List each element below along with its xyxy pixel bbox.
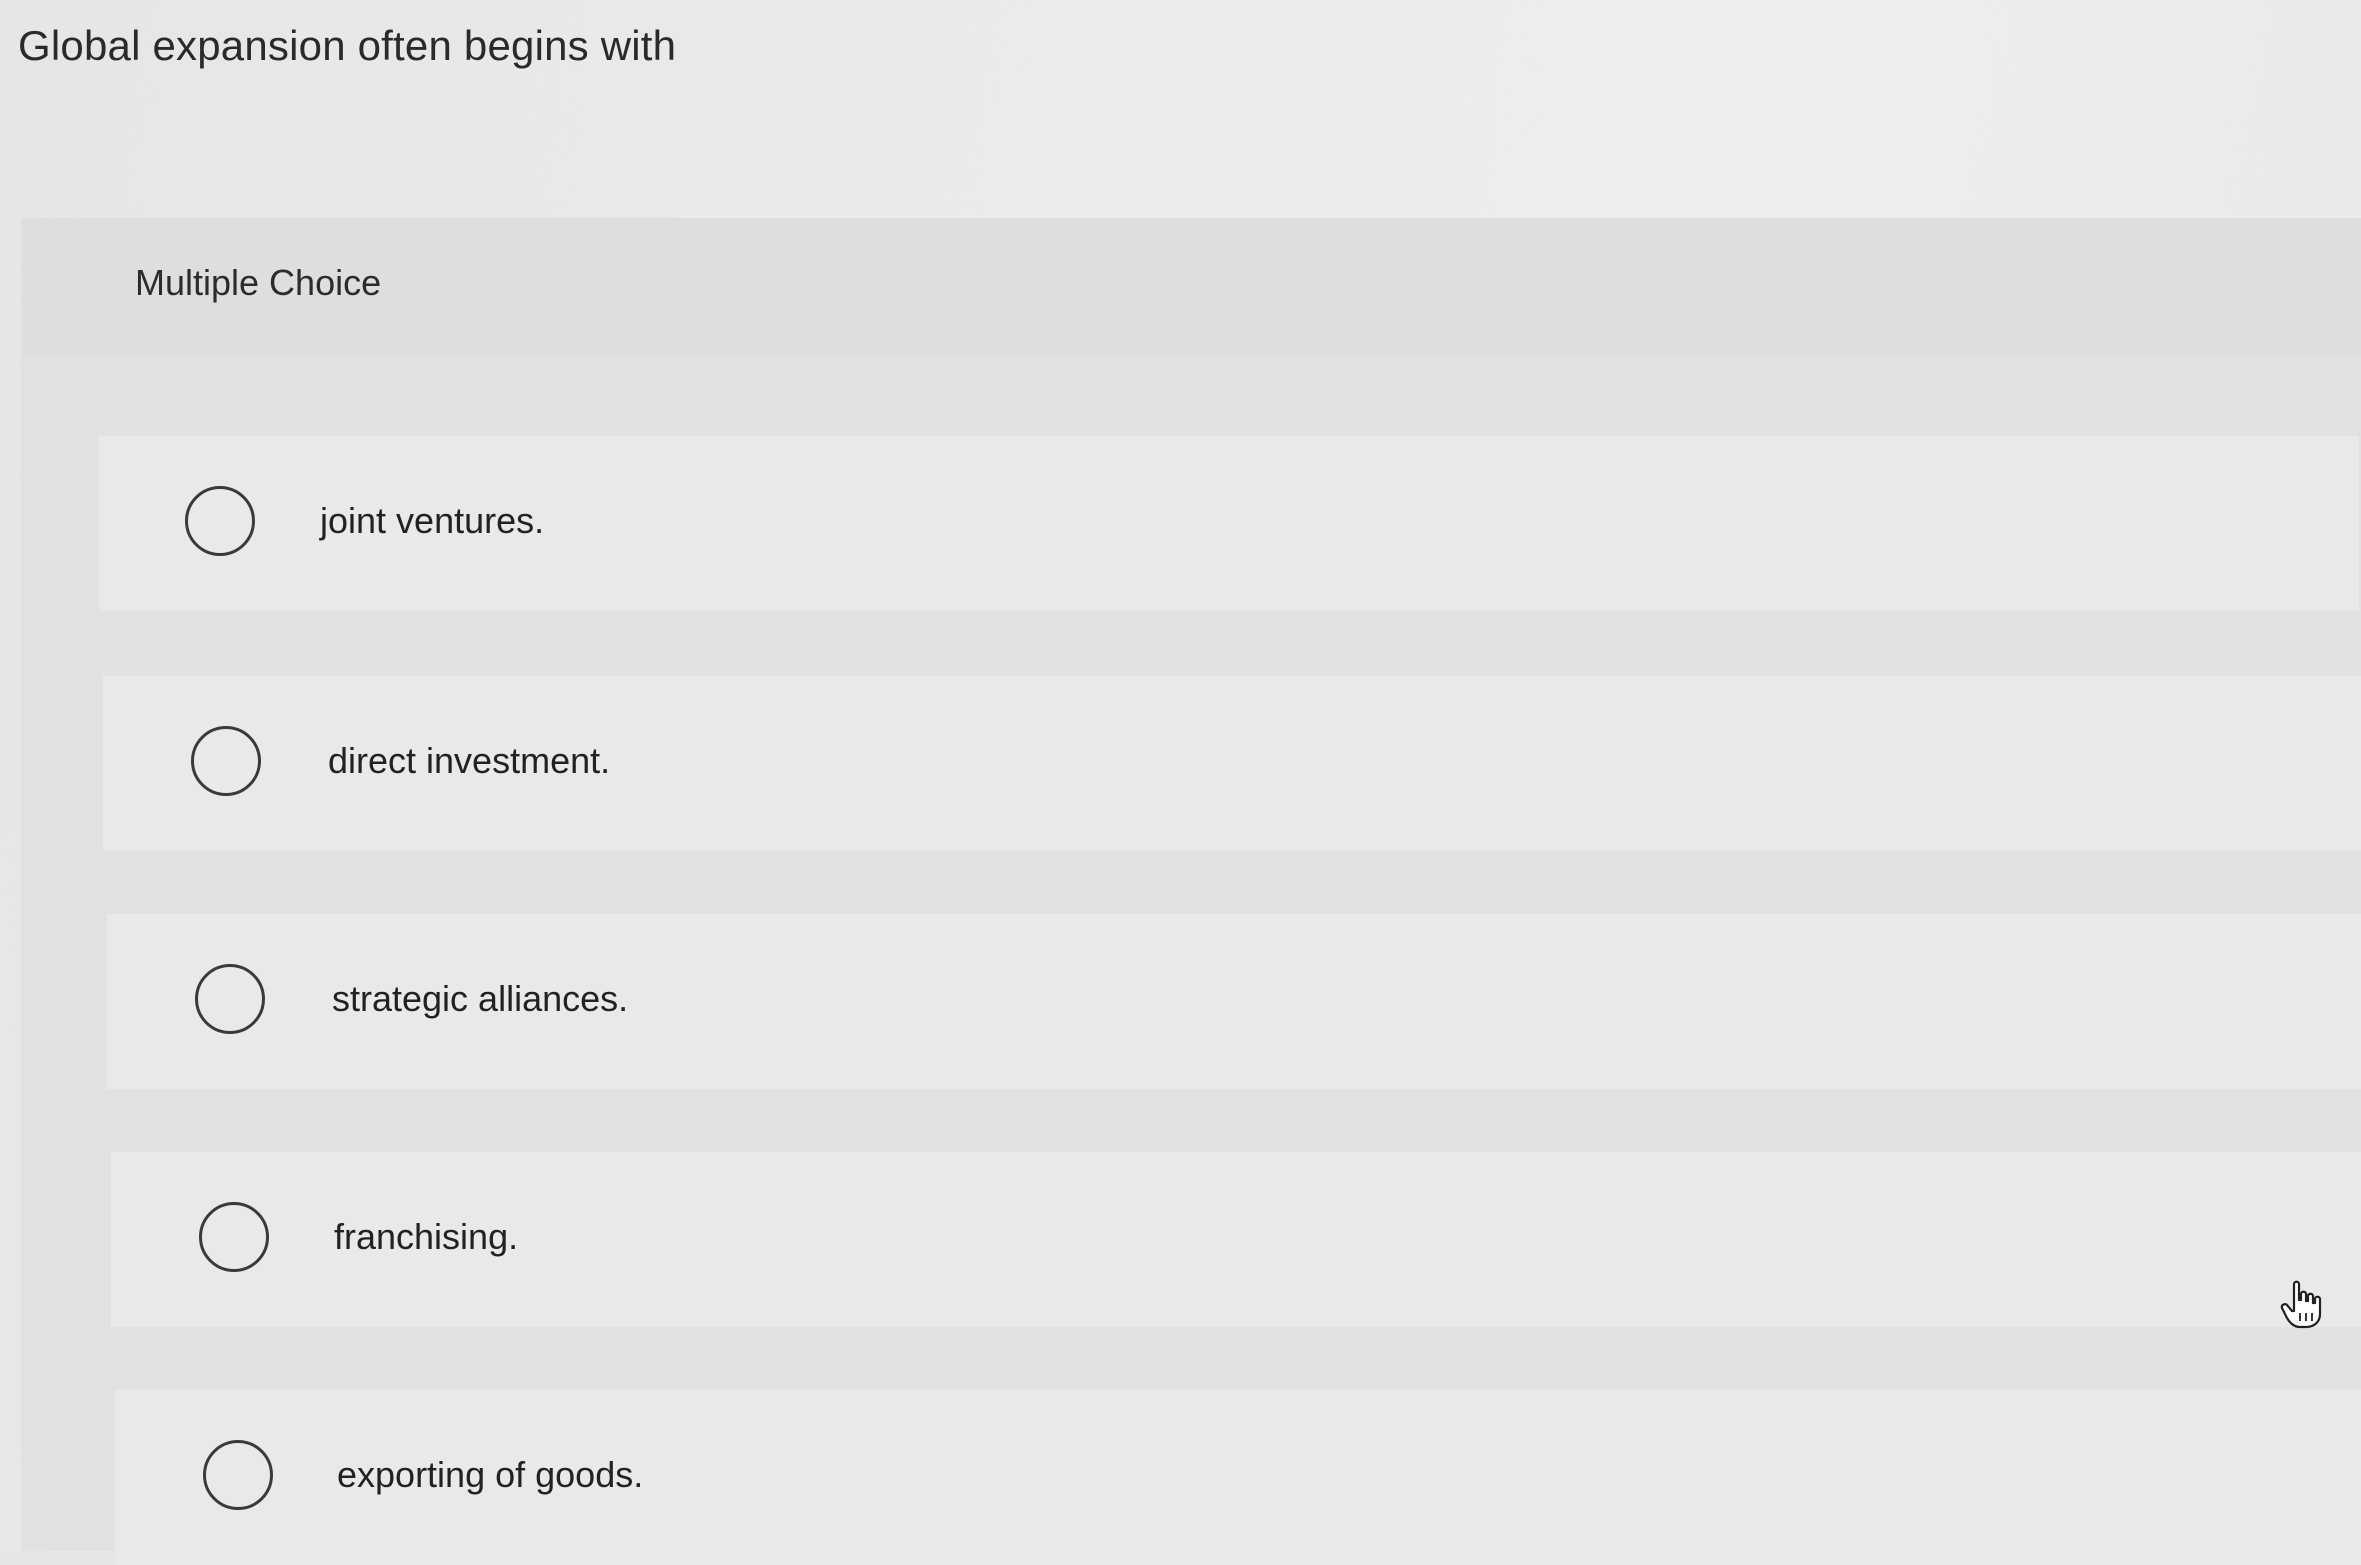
multiple-choice-panel: Multiple Choice joint ventures. direct i… (21, 218, 2361, 1565)
answer-option-label: joint ventures. (320, 500, 545, 541)
hand-pointer-icon (2280, 1280, 2322, 1329)
answer-option-label: direct investment. (328, 740, 611, 781)
answer-option[interactable]: exporting of goods. (115, 1390, 2361, 1565)
radio-button[interactable] (199, 1202, 269, 1272)
answer-option[interactable]: joint ventures. (99, 436, 2359, 611)
answer-option-label: franchising. (334, 1216, 519, 1257)
radio-button[interactable] (191, 726, 261, 796)
radio-button[interactable] (203, 1440, 273, 1510)
answer-options: joint ventures. direct investment. strat… (21, 218, 2361, 1565)
question-text: Global expansion often begins with (18, 22, 677, 69)
answer-option-label: exporting of goods. (337, 1454, 644, 1495)
radio-button[interactable] (195, 964, 265, 1034)
answer-option[interactable]: direct investment. (103, 676, 2361, 851)
answer-option[interactable]: franchising. (111, 1152, 2361, 1327)
answer-option-label: strategic alliances. (332, 978, 629, 1019)
answer-option[interactable]: strategic alliances. (107, 914, 2361, 1089)
radio-button[interactable] (185, 486, 255, 556)
